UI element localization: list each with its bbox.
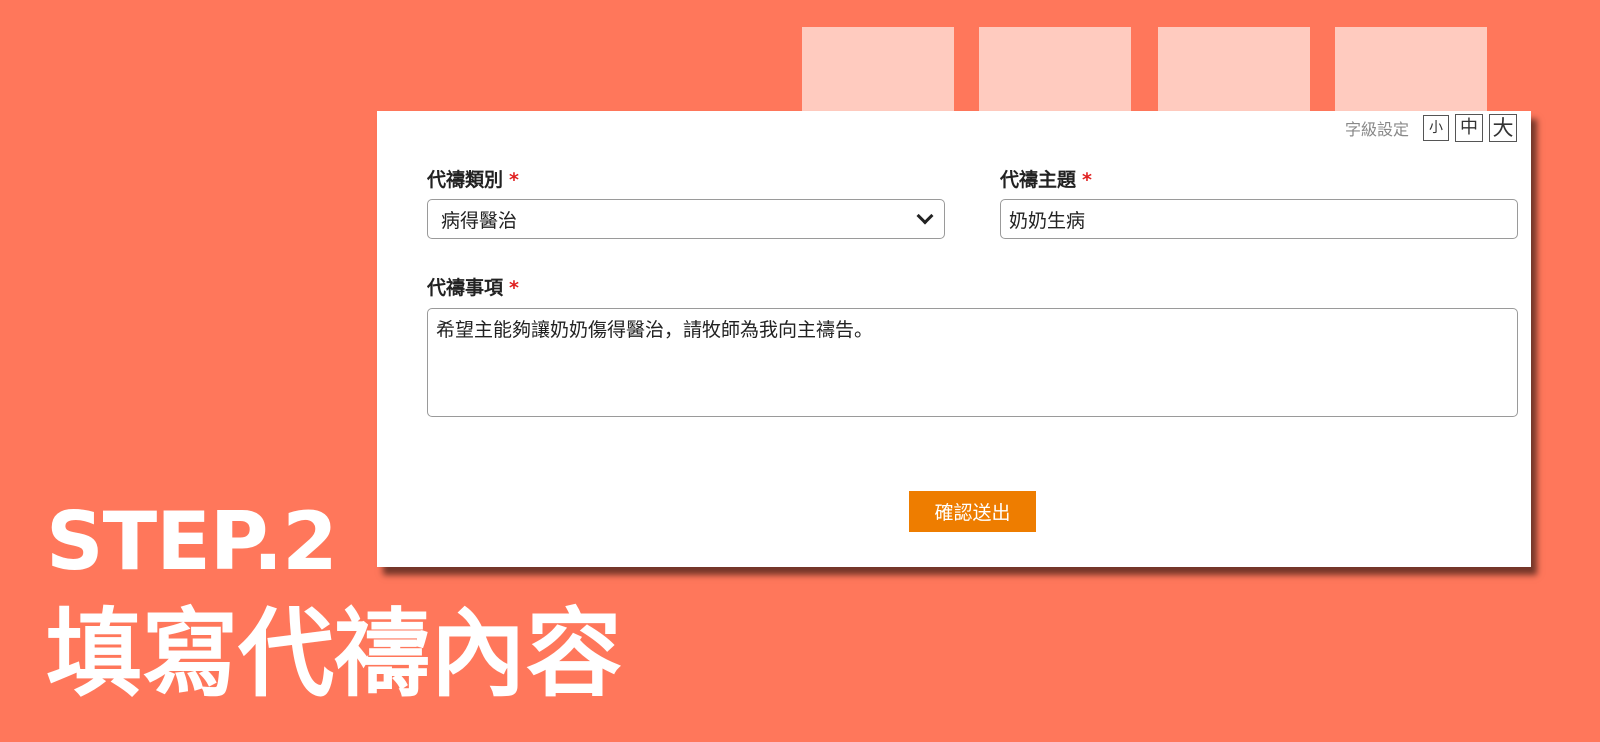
- category-label: 代禱類別 *: [427, 165, 519, 192]
- font-size-small-button[interactable]: 小: [1423, 115, 1449, 141]
- font-size-setting: 字級設定 小 中 大: [1345, 114, 1517, 142]
- details-label-text: 代禱事項: [427, 277, 504, 299]
- decorative-tab-block: [1335, 27, 1487, 111]
- category-select[interactable]: 病得醫治: [427, 199, 945, 239]
- subject-label: 代禱主題 *: [1000, 165, 1092, 192]
- decorative-tab-block: [979, 27, 1131, 111]
- font-size-label: 字級設定: [1344, 120, 1409, 139]
- required-mark: *: [509, 169, 519, 191]
- details-label: 代禱事項 *: [427, 273, 519, 300]
- subject-label-text: 代禱主題: [1000, 169, 1077, 191]
- font-size-medium-button[interactable]: 中: [1455, 114, 1483, 142]
- prayer-request-form-card: 字級設定 小 中 大 代禱類別* 病得醫治 代禱主題* 代禱事項* 希望主能夠讓…: [377, 111, 1531, 567]
- subject-input[interactable]: [1000, 199, 1518, 239]
- font-size-large-button[interactable]: 大: [1489, 114, 1517, 142]
- submit-button[interactable]: 確認送出: [909, 491, 1036, 532]
- details-textarea[interactable]: 希望主能夠讓奶奶傷得醫治，請牧師為我向主禱告。: [427, 308, 1518, 417]
- decorative-tab-block: [1158, 27, 1310, 111]
- decorative-tab-block: [802, 27, 954, 111]
- category-label-text: 代禱類別: [427, 169, 504, 191]
- step-title: 填寫代禱內容: [46, 598, 622, 710]
- step-number: STEP.2: [46, 495, 338, 588]
- category-select-value: 病得醫治: [441, 209, 518, 232]
- chevron-down-icon: [916, 207, 934, 225]
- required-mark: *: [1082, 169, 1092, 191]
- required-mark: *: [509, 277, 519, 299]
